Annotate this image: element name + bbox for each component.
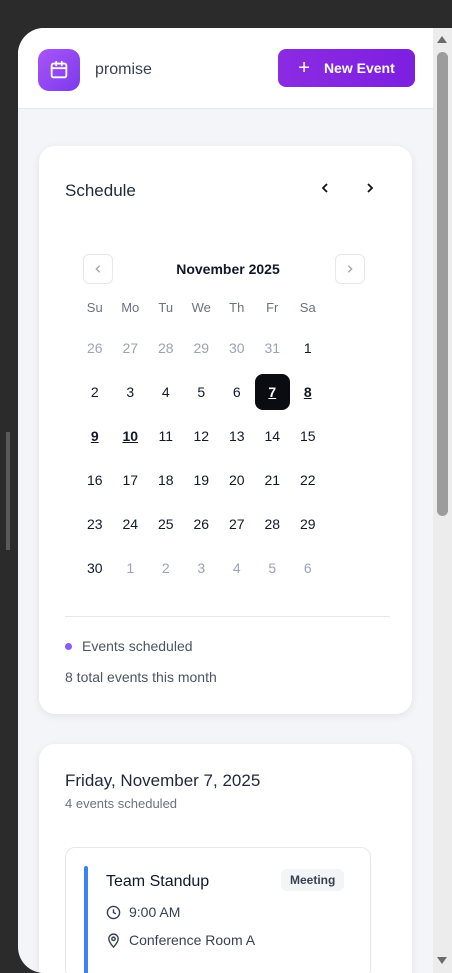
month-navigation: November 2025 <box>83 254 373 286</box>
calendar-day[interactable]: 2 <box>148 550 184 586</box>
app-window: promise + New Event Schedule November 20… <box>18 28 433 973</box>
schedule-next-button[interactable] <box>358 176 382 200</box>
calendar-day[interactable]: 16 <box>77 462 113 498</box>
legend: Events scheduled <box>65 638 193 654</box>
weekday-label: Sa <box>299 300 316 315</box>
calendar-day[interactable]: 19 <box>184 462 220 498</box>
calendar-day[interactable]: 31 <box>255 330 291 366</box>
map-pin-icon <box>108 932 119 948</box>
calendar-day[interactable]: 1 <box>113 550 149 586</box>
calendar-day[interactable]: 14 <box>255 418 291 454</box>
calendar-day[interactable]: 28 <box>148 330 184 366</box>
weekday-label: We <box>191 300 211 315</box>
chevron-left-icon <box>321 183 328 193</box>
legend-label: Events scheduled <box>82 638 193 654</box>
chevron-right-icon <box>347 265 353 273</box>
calendar-week: 16 17 18 19 20 21 22 <box>77 462 326 506</box>
schedule-title: Schedule <box>65 181 136 200</box>
app-name: promise <box>95 61 152 78</box>
calendar-day[interactable]: 4 <box>148 374 184 410</box>
month-next-button[interactable] <box>335 254 365 284</box>
scrollbar-thumb[interactable] <box>437 52 448 516</box>
calendar-day[interactable]: 12 <box>184 418 220 454</box>
month-label: November 2025 <box>176 261 280 277</box>
calendar-day[interactable]: 21 <box>255 462 291 498</box>
weekday-label: Fr <box>266 300 279 315</box>
calendar-day[interactable]: 15 <box>290 418 326 454</box>
calendar-day[interactable]: 8 <box>290 374 326 410</box>
chevron-right-icon <box>367 183 374 193</box>
calendar-day[interactable]: 1 <box>290 330 326 366</box>
calendar-day-selected[interactable]: 7 <box>254 374 290 410</box>
event-color-bar <box>84 866 88 973</box>
divider <box>65 616 390 617</box>
calendar-day[interactable]: 4 <box>219 550 255 586</box>
clock-icon <box>106 905 121 919</box>
event-time-row: 9:00 AM <box>106 904 180 920</box>
weekday-label: Su <box>86 300 103 315</box>
calendar-day[interactable]: 6 <box>290 550 326 586</box>
calendar-week: 23 24 25 26 27 28 29 <box>77 506 326 550</box>
weekday-label: Th <box>229 300 245 315</box>
calendar-day[interactable]: 18 <box>148 462 184 498</box>
event-title: Team Standup <box>106 873 210 890</box>
calendar-day[interactable]: 5 <box>255 550 291 586</box>
schedule-card: Schedule November 2025 Su Mo Tu We Th Fr Sa 26… <box>39 146 412 714</box>
calendar-day[interactable]: 2 <box>77 374 113 410</box>
scrollbar[interactable] <box>433 28 452 973</box>
weekday-label: Tu <box>158 300 174 315</box>
calendar-grid: 26 27 28 29 30 31 1 2 3 4 5 6 7 8 9 10 11 12 13 14 15 16 17 18 1… <box>77 330 326 594</box>
total-events-text: 8 total events this month <box>65 669 217 685</box>
calendar-day[interactable]: 26 <box>77 330 113 366</box>
event-time: 9:00 AM <box>129 904 181 920</box>
event-location: Conference Room A <box>129 932 256 948</box>
selected-date-title: Friday, November 7, 2025 <box>65 771 261 790</box>
calendar-day[interactable]: 13 <box>219 418 255 454</box>
app-logo <box>38 49 80 91</box>
calendar-day[interactable]: 29 <box>290 506 326 542</box>
calendar-week: 2345678 <box>77 374 326 418</box>
calendar-day[interactable]: 28 <box>255 506 291 542</box>
calendar-week: 9 10 11 12 13 14 15 <box>77 418 326 462</box>
scroll-up-arrow-icon[interactable] <box>437 36 447 43</box>
plus-icon: + <box>298 57 310 79</box>
new-event-button[interactable]: + New Event <box>278 49 415 87</box>
weekday-label: Mo <box>121 300 140 315</box>
new-event-label: New Event <box>323 60 395 76</box>
calendar-day[interactable]: 9 <box>77 418 113 454</box>
calendar-day[interactable]: 26 <box>184 506 220 542</box>
calendar-day[interactable]: 24 <box>113 506 149 542</box>
scroll-down-arrow-icon[interactable] <box>437 957 447 964</box>
calendar-day[interactable]: 30 <box>219 330 255 366</box>
calendar-week: 26 27 28 29 30 31 1 <box>77 330 326 374</box>
calendar-day[interactable]: 23 <box>77 506 113 542</box>
calendar-day[interactable]: 20 <box>219 462 255 498</box>
calendar-day[interactable]: 27 <box>113 330 149 366</box>
weekday-header: Su Mo Tu We Th Fr Sa <box>77 300 326 315</box>
schedule-prev-button[interactable] <box>313 176 337 200</box>
calendar-icon <box>50 60 68 79</box>
calendar-day[interactable]: 22 <box>290 462 326 498</box>
calendar-day[interactable]: 11 <box>148 418 184 454</box>
calendar-day[interactable]: 5 <box>184 374 220 410</box>
app-header: promise + New Event <box>18 28 433 109</box>
calendar-day[interactable]: 17 <box>113 462 149 498</box>
day-events-card: Friday, November 7, 2025 4 events schedu… <box>39 744 412 973</box>
legend-dot <box>65 642 72 650</box>
window-edge <box>6 432 10 550</box>
calendar-day[interactable]: 30 <box>77 550 113 586</box>
event-type-badge: Meeting <box>281 869 345 891</box>
calendar-day[interactable]: 6 <box>219 374 255 410</box>
calendar-day[interactable]: 3 <box>184 550 220 586</box>
event-location-row: Conference Room A <box>106 932 255 948</box>
event-card[interactable]: Team Standup Meeting 9:00 AM Conference … <box>65 847 371 973</box>
calendar-day[interactable]: 10 <box>113 418 149 454</box>
events-count-text: 4 events scheduled <box>65 796 178 811</box>
calendar-day[interactable]: 27 <box>219 506 255 542</box>
calendar-week: 30 1 2 3 4 5 6 <box>77 550 326 594</box>
calendar-day[interactable]: 29 <box>184 330 220 366</box>
calendar-day[interactable]: 25 <box>148 506 184 542</box>
calendar-day[interactable]: 3 <box>113 374 149 410</box>
